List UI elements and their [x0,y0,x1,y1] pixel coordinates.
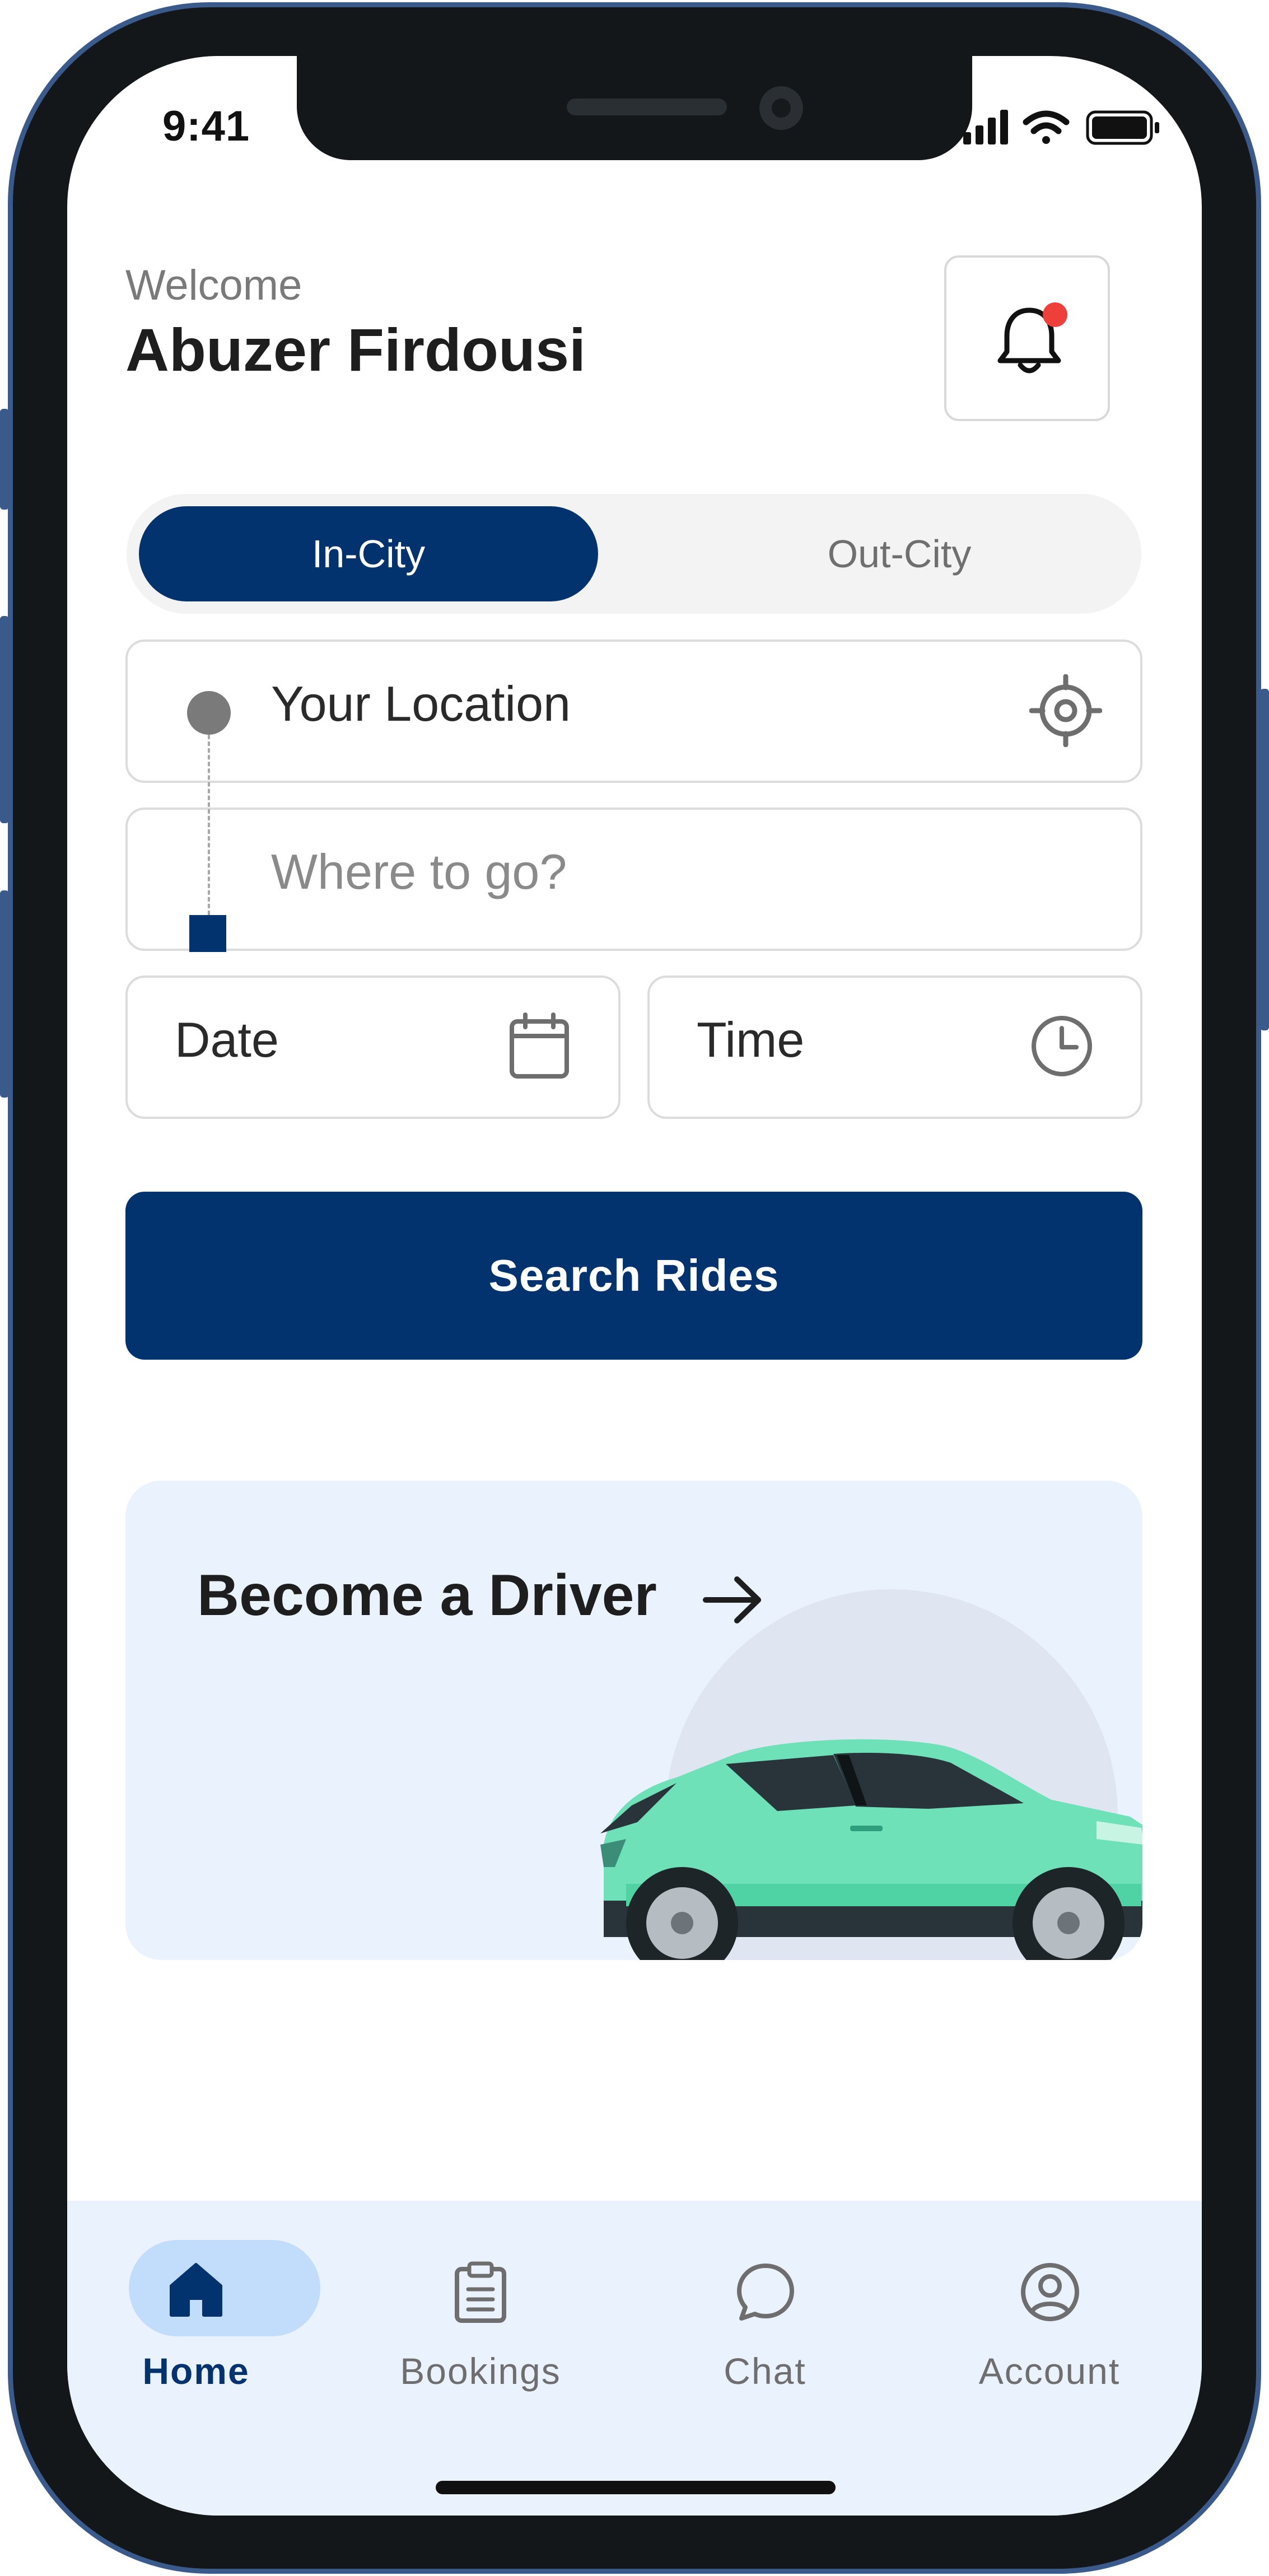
trip-type-toggle: In-City Out-City [127,494,1141,614]
pickup-value: Your Location [271,676,571,731]
clock-icon [1032,1016,1092,1076]
chat-icon [737,2264,794,2321]
nav-label: Chat [724,2350,806,2392]
home-indicator[interactable] [436,2481,836,2494]
pickup-marker [187,691,231,735]
date-label: Date [175,1012,279,1067]
earpiece-speaker [567,99,727,115]
home-icon [170,2263,222,2317]
status-icons [963,108,1165,147]
notification-button[interactable] [944,255,1110,421]
search-rides-button[interactable]: Search Rides [125,1192,1142,1360]
nav-label: Home [142,2350,250,2392]
nav-label: Account [978,2350,1121,2392]
become-driver-card[interactable]: Become a Driver [125,1481,1142,1960]
time-label: Time [697,1012,805,1067]
arrow-right-icon [703,1576,761,1623]
locate-icon [1029,674,1102,747]
calendar-icon [510,1012,569,1079]
destination-placeholder: Where to go? [271,844,567,899]
notch [297,56,972,160]
tab-in-city[interactable]: In-City [139,506,598,601]
app-screen: 9:41 Welcome Abuzer Firdousi In-City Out… [67,56,1202,2516]
pickup-field[interactable]: Your Location [125,640,1142,783]
time-field[interactable]: Time [647,976,1142,1119]
battery-icon [1086,110,1159,145]
become-driver-title: Become a Driver [197,1563,657,1628]
signal-icon [963,110,1008,144]
destination-field[interactable]: Where to go? [125,808,1142,951]
tab-out-city[interactable]: Out-City [670,506,1129,601]
notification-badge [1043,302,1067,327]
power-button [1260,689,1269,1030]
account-icon [1021,2263,1079,2321]
user-name: Abuzer Firdousi [125,316,586,384]
date-field[interactable]: Date [125,976,620,1119]
destination-marker [189,915,226,952]
route-connector [208,735,210,915]
front-camera [759,86,803,130]
nav-label: Bookings [400,2350,561,2392]
car-illustration [600,1739,1142,1960]
clipboard-icon [455,2261,506,2323]
status-time: 9:41 [162,102,250,150]
bottom-navigation: Home Bookings Chat Account [67,2201,1202,2516]
welcome-label: Welcome [125,262,302,309]
wifi-icon [1023,110,1070,144]
